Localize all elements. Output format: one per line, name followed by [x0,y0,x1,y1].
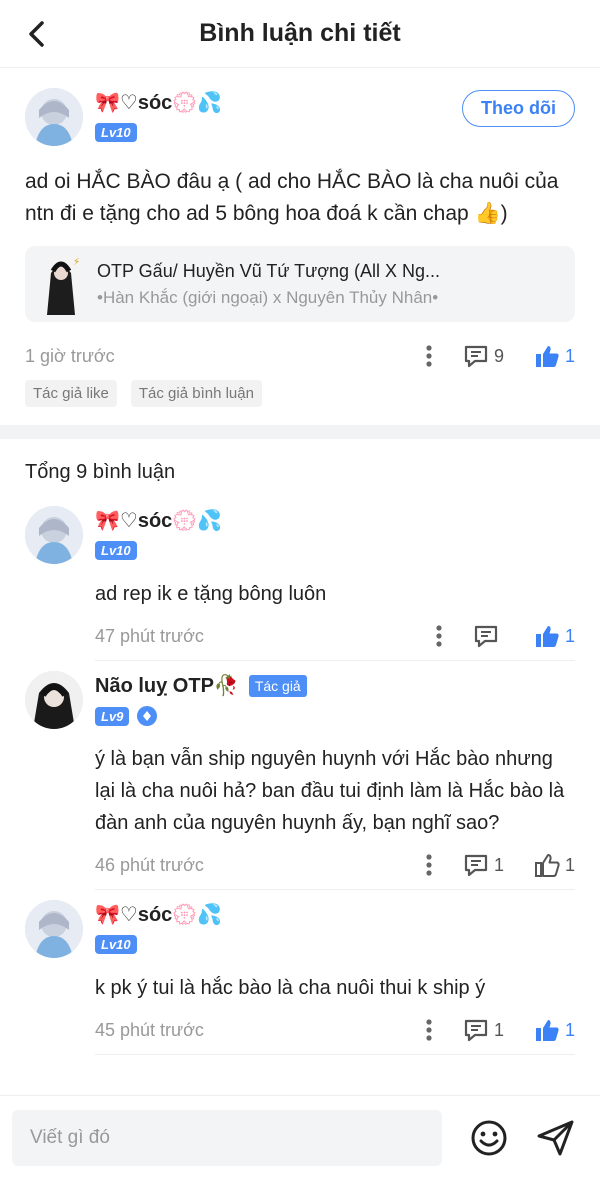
like-count: 1 [564,1019,575,1040]
reply-button[interactable] [473,624,504,648]
timestamp: 45 phút trước [95,1019,204,1040]
header-bar: Bình luận chi tiết [0,0,600,68]
reply-button[interactable]: 1 [463,853,504,877]
avatar[interactable] [25,671,83,729]
timestamp: 1 giờ trước [25,345,115,366]
story-title: OTP Gấu/ Huyền Vũ Tứ Tượng (All X Ng... [97,260,441,281]
username[interactable]: 🎀♡sóc💮💦 [95,90,462,115]
comment-icon [464,1019,488,1042]
emoji-button[interactable] [470,1119,508,1157]
username[interactable]: 🎀♡sóc💮💦 [95,508,575,533]
like-count: 1 [564,854,575,875]
reply-button[interactable]: 1 [463,1018,504,1042]
comment-icon [474,625,498,648]
thumbs-up-outline-icon [534,854,560,877]
level-badge: Lv10 [95,935,137,954]
list-item: 🎀♡sóc💮💦 Lv10 k pk ý tui là hắc bào là ch… [0,890,600,1055]
more-vertical-icon [426,345,432,367]
comment-text: ad oi HẮC BÀO đâu ạ ( ad cho HẮC BÀO là … [25,170,559,225]
page-title: Bình luận chi tiết [199,19,401,47]
main-comment: 🎀♡sóc💮💦 Lv10 Theo dõi ad oi HẮC BÀO đâu … [0,68,600,425]
comment-text: k pk ý tui là hắc bào là cha nuôi thui k… [95,977,486,999]
total-comments: Tổng 9 bình luận [25,461,176,483]
level-badge: Lv10 [95,123,137,142]
like-button[interactable]: 1 [534,344,575,368]
avatar[interactable] [25,900,83,958]
avatar[interactable] [25,506,83,564]
comment-input[interactable] [12,1110,442,1166]
comment-icon [464,345,488,368]
more-vertical-icon [426,1019,432,1041]
like-button[interactable]: 1 [534,624,575,648]
more-options-button[interactable] [425,1018,433,1042]
comment-icon [464,854,488,877]
story-card[interactable]: ⚡ OTP Gấu/ Huyền Vũ Tứ Tượng (All X Ng..… [25,246,575,322]
timestamp: 46 phút trước [95,854,204,875]
username[interactable]: 🎀♡sóc💮💦 [95,902,575,927]
timestamp: 47 phút trước [95,625,204,646]
svg-text:⚡: ⚡ [73,257,80,268]
list-item: Não luỵ OTP🥀 Tác giả Lv9 ý là bạn vẫn sh… [0,661,600,890]
story-subtitle: •Hàn Khắc (giới ngoại) x Nguyên Thủy Nhâ… [97,287,439,307]
more-options-button[interactable] [425,853,433,877]
reply-count: 1 [493,1019,504,1040]
thumbs-up-icon [535,626,559,647]
send-icon [537,1120,574,1156]
like-count: 1 [564,345,575,366]
comment-text: ad rep ik e tặng bông luôn [95,583,327,605]
section-divider [0,425,600,439]
more-vertical-icon [436,625,442,647]
level-badge: Lv9 [95,706,130,726]
reply-count: 9 [493,345,504,366]
like-button[interactable]: 1 [534,1018,575,1042]
back-button[interactable] [20,18,52,50]
reply-count: 1 [493,854,504,875]
more-options-button[interactable] [435,624,443,648]
list-item: 🎀♡sóc💮💦 Lv10 ad rep ik e tặng bông luôn … [0,496,600,661]
comment-composer [0,1095,600,1180]
thumbs-up-icon [535,1020,559,1041]
chevron-left-icon [29,21,44,47]
author-commented-tag: Tác giả bình luận [130,380,262,407]
more-vertical-icon [426,854,432,876]
comment-text: ý là bạn vẫn ship nguyên huynh với Hắc b… [95,748,565,834]
author-liked-tag: Tác giả like [25,380,117,407]
avatar[interactable] [25,88,83,146]
level-badge: Lv10 [95,541,137,560]
thumbs-up-icon [535,346,559,367]
more-options-button[interactable] [425,344,433,368]
username[interactable]: Não luỵ OTP🥀 [95,673,239,698]
send-button[interactable] [536,1119,576,1157]
author-badge: Tác giả [248,674,307,697]
like-button[interactable]: 1 [534,853,575,877]
like-count: 1 [564,625,575,646]
achievement-icon [137,706,158,726]
follow-button[interactable]: Theo dõi [462,90,575,127]
smile-icon [471,1120,507,1156]
story-cover: ⚡ [37,253,85,315]
reply-button[interactable]: 9 [463,344,504,368]
